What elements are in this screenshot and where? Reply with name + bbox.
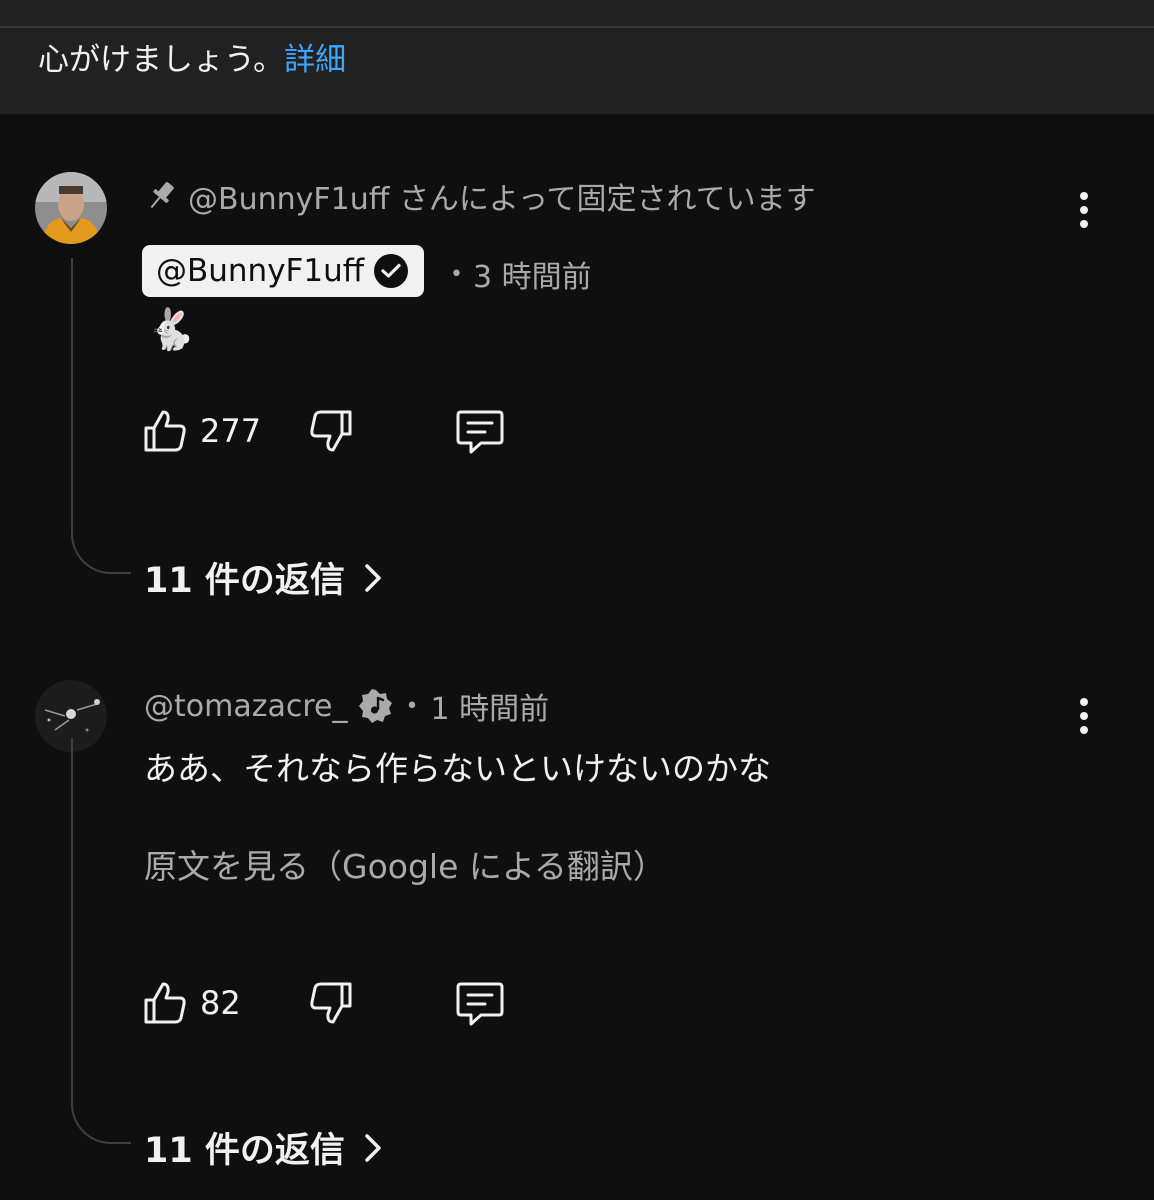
like-count: 82: [200, 984, 241, 1022]
replies-label: 11 件の返信: [144, 561, 345, 601]
pin-icon: [146, 179, 176, 213]
view-replies-button[interactable]: 11 件の返信: [144, 552, 383, 603]
thumbs-down-icon: [308, 980, 354, 1026]
notice-text: 心がけましょう。詳細: [38, 34, 346, 79]
reply-button[interactable]: [455, 408, 505, 456]
notice-message: 心がけましょう。: [38, 42, 285, 78]
comment-text: 🐇: [146, 307, 196, 353]
thumbs-up-icon: [142, 408, 188, 454]
dislike-button[interactable]: [308, 980, 354, 1026]
comment-time: 3 時間前: [472, 260, 592, 295]
like-button[interactable]: 82: [142, 980, 241, 1026]
comment-time: 1 時間前: [430, 692, 550, 727]
kebab-dot: [1080, 192, 1088, 200]
learn-more-link[interactable]: 詳細: [284, 42, 346, 78]
author-name: @BunnyF1uff: [156, 253, 365, 289]
separator-dot: •: [450, 261, 463, 287]
kebab-dot: [1080, 698, 1088, 706]
avatar[interactable]: [35, 172, 107, 244]
replies-label: 11 件の返信: [144, 1131, 345, 1171]
comment-reply-icon: [455, 980, 505, 1028]
see-original-link[interactable]: 原文を見る（Google による翻訳）: [144, 840, 666, 888]
verified-check-icon: [374, 254, 409, 288]
thumbs-up-icon: [142, 980, 188, 1026]
comment-text: ああ、それなら作らないといけないのかな: [144, 749, 771, 788]
pinned-text: @BunnyF1uff さんによって固定されています: [188, 182, 816, 217]
kebab-dot: [1080, 206, 1088, 214]
comment-header: @tomazacre_ • 1 時間前: [144, 684, 549, 728]
author-chip[interactable]: @BunnyF1uff: [142, 245, 425, 297]
thumbs-down-icon: [308, 408, 354, 454]
chevron-right-icon: [363, 562, 383, 594]
like-button[interactable]: 277: [142, 408, 261, 454]
comment-reply-icon: [455, 408, 505, 456]
reply-button[interactable]: [455, 980, 505, 1028]
dislike-button[interactable]: [308, 408, 354, 454]
separator-dot: •: [405, 693, 419, 719]
more-options-button[interactable]: [1064, 686, 1104, 746]
thread-line: [71, 738, 131, 1144]
kebab-dot: [1080, 712, 1088, 720]
music-note-badge-icon: [359, 689, 393, 723]
notice-banner: 心がけましょう。詳細: [0, 0, 1154, 114]
kebab-dot: [1080, 726, 1088, 734]
chevron-right-icon: [363, 1132, 383, 1164]
like-count: 277: [200, 412, 262, 450]
view-replies-button[interactable]: 11 件の返信: [144, 1122, 383, 1173]
divider: [0, 26, 1154, 28]
pinned-label: @BunnyF1uff さんによって固定されています: [146, 174, 816, 218]
more-options-button[interactable]: [1064, 180, 1104, 240]
thread-line: [71, 258, 131, 574]
author-name[interactable]: @tomazacre_: [144, 689, 347, 724]
kebab-dot: [1080, 220, 1088, 228]
comment-meta: • 3 時間前: [450, 252, 592, 296]
